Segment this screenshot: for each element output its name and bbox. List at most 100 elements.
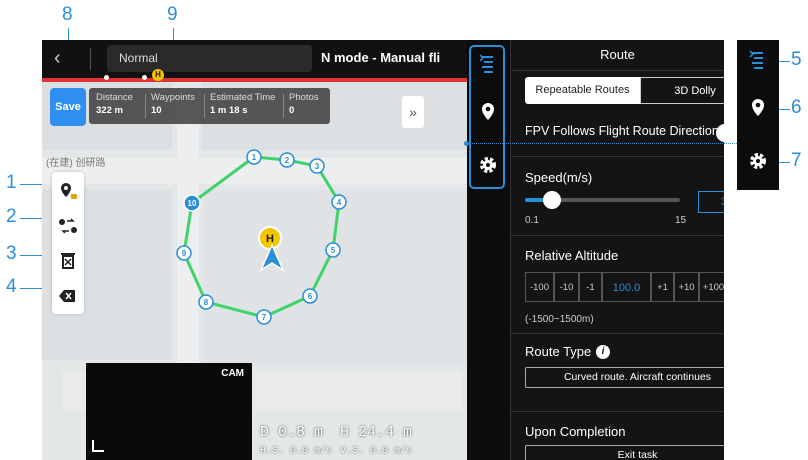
gear-icon — [480, 157, 496, 173]
settings-tab[interactable] — [467, 152, 510, 183]
panel-side-rail — [467, 40, 511, 460]
svg-text:1: 1 — [252, 153, 257, 162]
svg-text:3: 3 — [315, 162, 320, 171]
speed-slider[interactable] — [525, 191, 680, 209]
altitude-plus-100[interactable]: +100 — [699, 272, 724, 302]
stat-waypoints: Waypoints 10 — [151, 92, 195, 116]
fpv-follows-label: FPV Follows Flight Route Direction — [525, 124, 719, 138]
callout-5: 5 — [791, 49, 802, 70]
route-list-icon-closeup — [737, 48, 779, 79]
location-pin-icon — [482, 103, 494, 120]
waypoint-9: 9 — [176, 245, 192, 261]
flight-mode-label: Normal — [119, 51, 158, 65]
speed-input[interactable]: 3 — [698, 191, 724, 213]
panel-title: Route — [600, 47, 635, 62]
waypoint-5: 5 — [325, 242, 341, 258]
back-icon[interactable]: ‹ — [54, 47, 61, 70]
waypoint-8: 8 — [198, 294, 214, 310]
svg-text:4: 4 — [337, 198, 342, 207]
waypoint-3: 3 — [309, 158, 325, 174]
corner-bracket-icon — [92, 440, 104, 452]
speed-min: 0.1 — [525, 215, 539, 226]
save-button[interactable]: Save — [50, 88, 86, 126]
altitude-minus-1[interactable]: -1 — [579, 272, 602, 302]
trash-icon — [61, 253, 75, 269]
relative-altitude-label: Relative Altitude — [525, 248, 619, 263]
svg-text:H: H — [266, 233, 274, 245]
altitude-value[interactable]: 100.0 — [602, 272, 651, 302]
stat-photos: Photos 0 — [289, 92, 319, 116]
waypoint-2: 2 — [279, 152, 295, 168]
street-label: (在建) 创研路 — [46, 158, 106, 169]
svg-text:7: 7 — [262, 313, 267, 322]
callout-3: 3 — [6, 243, 17, 264]
waypoint-4: 4 — [331, 194, 347, 210]
altitude-plus-1[interactable]: +1 — [651, 272, 674, 302]
speed-max: 15 — [675, 215, 687, 226]
svg-text:5: 5 — [331, 246, 336, 255]
fpv-follows-toggle[interactable] — [716, 124, 724, 142]
telemetry-distance: D 0.8 m — [260, 424, 324, 441]
route-settings-panel: Route Repeatable Routes 3D Dolly FPV Fol… — [467, 40, 724, 460]
svg-text:6: 6 — [308, 292, 313, 301]
gear-icon-closeup — [737, 148, 779, 179]
upon-completion-label: Upon Completion — [525, 424, 626, 439]
tab-repeatable-routes[interactable]: Repeatable Routes — [525, 77, 640, 104]
delete-waypoints-button[interactable] — [52, 244, 84, 278]
callout-7: 7 — [791, 150, 802, 171]
upon-completion-value: Exit task — [617, 449, 658, 460]
altitude-plus-10[interactable]: +10 — [674, 272, 699, 302]
camera-view[interactable]: CAM — [86, 363, 252, 460]
altitude-minus-100[interactable]: -100 — [525, 272, 554, 302]
waypoint-tab[interactable] — [467, 100, 510, 131]
telemetry-horizontal-speed: H.S. 0.0 m/s — [260, 446, 333, 457]
flight-mode-selector[interactable]: Normal — [107, 45, 312, 72]
backspace-icon — [59, 290, 75, 302]
telemetry-vertical-speed: V.S. 0.0 m/s — [340, 446, 413, 457]
map-toolbar — [52, 172, 84, 314]
reverse-route-icon — [59, 218, 77, 234]
expand-panel-button[interactable]: » — [402, 96, 424, 128]
speed-label: Speed(m/s) — [525, 170, 593, 185]
svg-text:8: 8 — [204, 298, 209, 307]
stat-distance: Distance 322 m — [96, 92, 133, 116]
point-of-interest-button[interactable] — [52, 174, 84, 208]
speed-slider-thumb[interactable] — [543, 191, 561, 209]
page-title: N mode - Manual fli — [321, 50, 441, 65]
route-type-value: Curved route. Aircraft continues — [563, 371, 712, 383]
delete-last-waypoint-button[interactable] — [52, 279, 84, 313]
callout-2: 2 — [6, 206, 17, 227]
info-icon[interactable]: i — [596, 345, 610, 359]
reverse-route-button[interactable] — [52, 209, 84, 243]
callout-8: 8 — [62, 4, 73, 25]
svg-text:2: 2 — [285, 156, 290, 165]
telemetry-height: H 24.4 m — [340, 424, 413, 441]
route-settings-content: Route Repeatable Routes 3D Dolly FPV Fol… — [511, 40, 724, 460]
route-type-select[interactable]: Curved route. Aircraft continues ⌄ — [525, 367, 724, 388]
route-list-icon — [479, 54, 493, 73]
stat-estimated-time: Estimated Time 1 m 18 s — [210, 92, 276, 116]
waypoint-1: 1 — [246, 149, 262, 165]
tab-3d-dolly[interactable]: 3D Dolly — [640, 77, 724, 104]
callout-4: 4 — [6, 276, 17, 297]
chevron-double-right-icon: » — [409, 104, 417, 120]
svg-text:10: 10 — [188, 199, 197, 208]
device-screen: 1 2 3 4 5 6 7 8 9 10 H (在建) 创研路 ‹ Normal… — [42, 40, 724, 460]
camera-label: CAM — [221, 368, 244, 379]
upon-completion-select[interactable]: Exit task — [525, 445, 724, 460]
altitude-minus-10[interactable]: -10 — [554, 272, 579, 302]
svg-text:9: 9 — [182, 249, 187, 258]
top-bar: ‹ Normal N mode - Manual fli — [42, 40, 467, 78]
location-pin-icon-closeup — [737, 96, 779, 127]
altitude-range: (-1500~1500m) — [525, 314, 594, 325]
waypoint-10: 10 — [183, 194, 201, 212]
timeline-home-icon: H — [152, 69, 164, 81]
rail-icons-closeup — [737, 40, 779, 190]
route-stats-panel: Distance 322 m Waypoints 10 Estimated Time… — [89, 88, 330, 124]
location-pin-lock-icon — [61, 183, 77, 199]
route-list-tab[interactable] — [467, 52, 510, 83]
route-type-label: Route Type — [525, 344, 592, 359]
callout-6: 6 — [791, 97, 802, 118]
rail-connector-line — [468, 143, 737, 144]
callout-9: 9 — [167, 4, 178, 25]
